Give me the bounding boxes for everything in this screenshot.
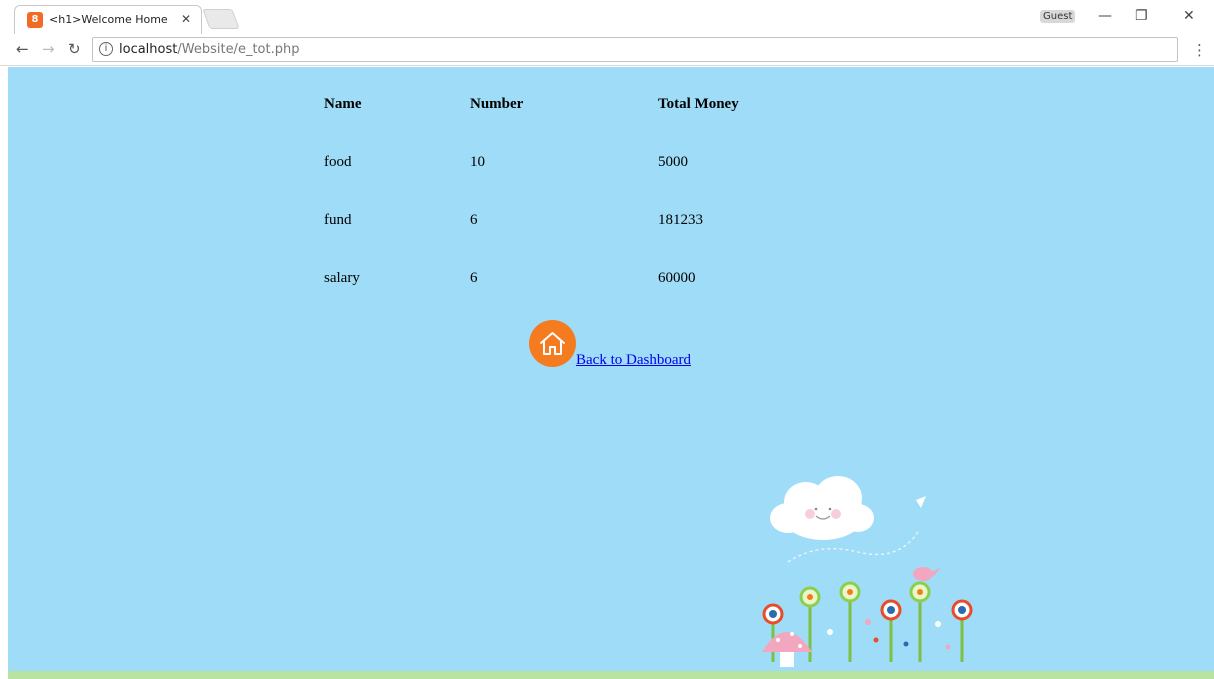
cell-name: salary bbox=[324, 269, 360, 286]
xampp-favicon-icon: 8 bbox=[27, 12, 43, 28]
profile-badge[interactable]: Guest bbox=[1040, 10, 1076, 23]
garden-illustration bbox=[762, 476, 973, 667]
minimize-icon[interactable]: — bbox=[1098, 8, 1112, 24]
mushroom-icon bbox=[762, 632, 812, 667]
cell-total-money: 5000 bbox=[658, 153, 688, 170]
info-icon[interactable]: i bbox=[99, 42, 113, 56]
cloud-icon bbox=[770, 476, 874, 540]
close-window-icon[interactable]: ✕ bbox=[1183, 8, 1195, 24]
cell-total-money: 60000 bbox=[658, 269, 696, 286]
tab-title: <h1>Welcome Home</ bbox=[49, 13, 169, 26]
restore-icon[interactable]: ❐ bbox=[1135, 8, 1148, 24]
tab-close-icon[interactable]: ✕ bbox=[181, 12, 191, 26]
table-row: food 10 5000 bbox=[310, 133, 764, 191]
cell-name: fund bbox=[324, 211, 352, 228]
forward-arrow-icon[interactable]: → bbox=[42, 40, 55, 58]
menu-dots-icon[interactable]: ⋮ bbox=[1192, 41, 1207, 59]
cell-number: 6 bbox=[470, 269, 478, 286]
header-name: Name bbox=[324, 95, 362, 112]
page-body: Name Number Total Money food 10 5000 fun… bbox=[8, 67, 1214, 679]
url-path: /Website/e_tot.php bbox=[177, 42, 300, 57]
totals-table: Name Number Total Money food 10 5000 fun… bbox=[310, 75, 764, 307]
browser-tab[interactable]: 8 <h1>Welcome Home</ ✕ bbox=[14, 5, 202, 34]
grass-strip bbox=[8, 671, 1214, 679]
butterfly-icon bbox=[916, 496, 926, 508]
back-to-dashboard-link[interactable]: Back to Dashboard bbox=[576, 352, 691, 369]
table-header-row: Name Number Total Money bbox=[310, 75, 764, 133]
url-text: localhost/Website/e_tot.php bbox=[119, 42, 299, 57]
cell-number: 6 bbox=[470, 211, 478, 228]
home-icon-glyph bbox=[540, 332, 565, 355]
reload-icon[interactable]: ↻ bbox=[68, 40, 81, 58]
cell-total-money: 181233 bbox=[658, 211, 703, 228]
bird-icon bbox=[913, 567, 940, 581]
browser-titlebar: 8 <h1>Welcome Home</ ✕ Guest — ❐ ✕ bbox=[0, 0, 1214, 34]
url-host: localhost bbox=[119, 42, 178, 57]
header-number: Number bbox=[470, 95, 524, 112]
back-arrow-icon[interactable]: ← bbox=[16, 40, 29, 58]
address-bar[interactable]: i localhost/Website/e_tot.php bbox=[92, 37, 1178, 62]
table-row: fund 6 181233 bbox=[310, 191, 764, 249]
cell-name: food bbox=[324, 153, 352, 170]
table-row: salary 6 60000 bbox=[310, 249, 764, 307]
browser-toolbar: ← → ↻ i localhost/Website/e_tot.php ⋮ bbox=[0, 34, 1214, 66]
home-icon[interactable] bbox=[529, 320, 576, 367]
new-tab-button[interactable] bbox=[202, 9, 240, 29]
header-total-money: Total Money bbox=[658, 95, 739, 112]
cell-number: 10 bbox=[470, 153, 485, 170]
